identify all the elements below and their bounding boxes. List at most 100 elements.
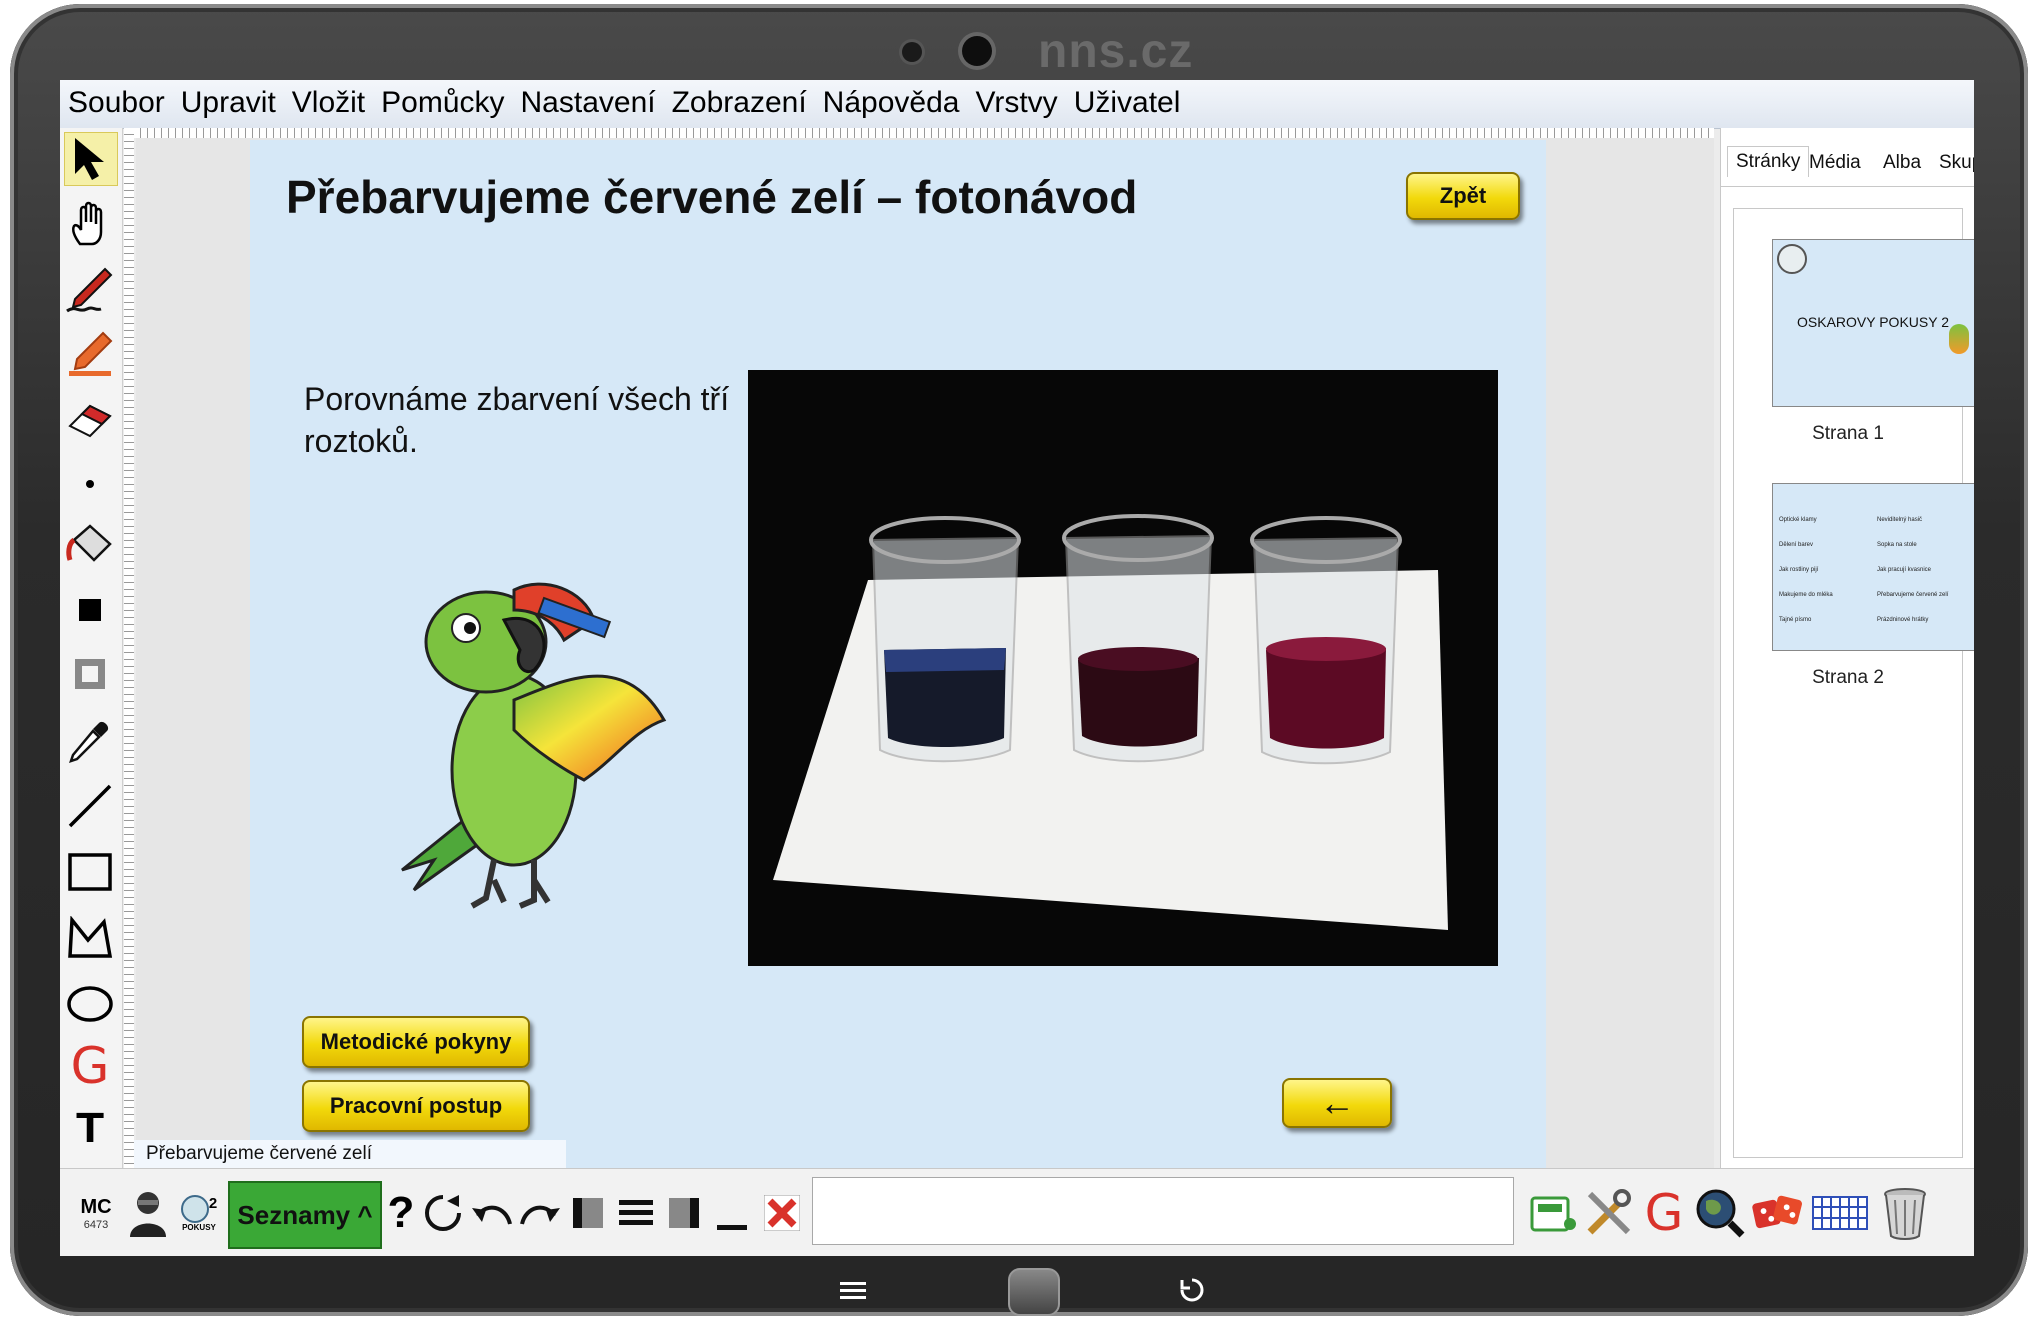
menu-napoveda[interactable]: Nápověda: [815, 80, 968, 120]
slide-description: Porovnáme zbarvení všech tří roztoků.: [304, 381, 730, 459]
eraser-tool[interactable]: [64, 394, 116, 446]
slide-title: Přebarvujeme červené zelí – fotonávod: [286, 171, 1138, 223]
menu-pomucky[interactable]: Pomůcky: [373, 80, 512, 120]
fill-color-tool[interactable]: [64, 584, 116, 636]
split-view-icon[interactable]: [666, 1181, 702, 1245]
pen-tool[interactable]: [64, 264, 116, 316]
thumb-item: Tajné písmo: [1779, 617, 1812, 623]
parrot-illustration: [401, 582, 667, 909]
mc-badge[interactable]: MC 6473: [74, 1181, 118, 1245]
tools-icon[interactable]: [1584, 1181, 1634, 1245]
line-color-tool[interactable]: [64, 648, 116, 700]
device-brand: nns.cz: [1038, 25, 1194, 78]
experiment-photo: [748, 370, 1498, 966]
back-button[interactable]: Zpět: [1406, 172, 1520, 220]
page-label-1: Strana 1: [1812, 423, 1884, 444]
ellipse-tool[interactable]: [64, 978, 116, 1030]
menu-bar: Soubor Upravit Vložit Pomůcky Nastavení Zobra…: [60, 80, 1974, 129]
menu-nastaveni[interactable]: Nastavení: [513, 80, 664, 120]
geogebra-icon[interactable]: G: [1642, 1181, 1686, 1245]
highlighter-icon: [69, 331, 113, 376]
hand-icon: [72, 201, 103, 246]
tab-groups[interactable]: Skupiny: [1939, 152, 1974, 174]
user-icon[interactable]: [126, 1181, 170, 1245]
menu-uzivatel[interactable]: Uživatel: [1066, 80, 1189, 120]
pokusy-label: POKUSY: [182, 1222, 216, 1232]
work-procedure-button[interactable]: Pracovní postup: [302, 1080, 530, 1132]
eyedropper-icon: [69, 721, 109, 763]
ellipse-icon: [67, 986, 113, 1022]
back-key-icon[interactable]: [1178, 1276, 1206, 1309]
tablet-sync-icon[interactable]: [1528, 1181, 1578, 1245]
arrow-cursor-icon: [75, 138, 104, 180]
seznamy-button[interactable]: Seznamy ^: [228, 1181, 382, 1249]
eraser-icon: [68, 404, 112, 438]
thumb-item: Makujeme do mléka: [1779, 592, 1833, 598]
menu-key-icon[interactable]: [840, 1280, 866, 1305]
polygon-tool[interactable]: [64, 912, 116, 964]
select-arrow-tool[interactable]: [64, 132, 118, 186]
rectangle-tool[interactable]: [64, 846, 116, 898]
page-label-2: Strana 2: [1812, 667, 1884, 688]
minimize-icon[interactable]: [714, 1181, 750, 1245]
dice-icon[interactable]: [1752, 1181, 1804, 1245]
thumb-item: Přebarvujeme červené zelí: [1877, 592, 1949, 598]
thumb-item: Optické klamy: [1779, 517, 1817, 523]
thumb-item: Neviditelný hasič: [1877, 517, 1923, 523]
fill-tool[interactable]: [64, 518, 116, 570]
geogebra-tool[interactable]: G: [64, 1037, 116, 1095]
polygon-icon: [68, 916, 113, 958]
pages-panel: Stránky Média Alba Skupiny OSKAROVY POKU…: [1720, 128, 1974, 1168]
gray-square-icon: [75, 659, 105, 689]
parrot-mini-icon: [1949, 324, 1969, 354]
mc-label: MC: [80, 1195, 112, 1218]
tab-pages[interactable]: Stránky: [1727, 146, 1810, 177]
menu-soubor[interactable]: Soubor: [60, 80, 173, 120]
tab-media[interactable]: Média: [1809, 152, 1861, 174]
thumb-item: Jak pracují kvasnice: [1877, 567, 1932, 573]
globe-search-icon[interactable]: [1694, 1181, 1746, 1245]
menu-vlozit[interactable]: Vložit: [284, 80, 373, 120]
text-tool[interactable]: T: [64, 1102, 116, 1142]
highlighter-tool[interactable]: [64, 328, 116, 380]
help-button[interactable]: ?: [386, 1181, 416, 1245]
logo-icon: [1777, 244, 1807, 274]
trash-icon[interactable]: [1882, 1181, 1928, 1245]
menu-upravit[interactable]: Upravit: [173, 80, 284, 120]
menu-lines-icon[interactable]: [618, 1181, 654, 1245]
close-icon[interactable]: [762, 1181, 802, 1245]
pokusy-logo[interactable]: 2 POKUSY: [176, 1181, 222, 1245]
line-icon: [68, 784, 112, 828]
refresh-icon[interactable]: [422, 1181, 466, 1245]
sensor-icon: [902, 42, 922, 62]
keyboard-icon[interactable]: [1812, 1181, 1868, 1245]
undo-icon[interactable]: [470, 1181, 514, 1245]
thumb-item: Prázdninové hrátky: [1877, 617, 1929, 623]
methodical-notes-button[interactable]: Metodické pokyny: [302, 1016, 530, 1068]
home-button[interactable]: [1008, 1268, 1060, 1316]
camera-icon: [962, 36, 992, 66]
vertical-ruler: [124, 128, 134, 1168]
screen-shade-icon[interactable]: [570, 1181, 606, 1245]
g-letter-icon: G: [70, 1037, 110, 1095]
glasses-photo-image: [748, 370, 1498, 966]
thumb-list-right: Neviditelný hasič Sopka na stole Jak pra…: [1877, 508, 1974, 633]
line-tool[interactable]: [64, 780, 116, 832]
menu-zobrazeni[interactable]: Zobrazení: [664, 80, 815, 120]
menu-vrstvy[interactable]: Vrstvy: [967, 80, 1065, 120]
eyedropper-tool[interactable]: [64, 716, 116, 768]
thumb-title: OSKAROVY POKUSY 2: [1797, 314, 1949, 330]
t-letter-icon: T: [75, 1103, 105, 1142]
previous-arrow-button[interactable]: ←: [1282, 1078, 1392, 1128]
page-thumbnail-1[interactable]: OSKAROVY POKUSY 2: [1772, 239, 1974, 407]
page-thumbnail-2[interactable]: Optické klamy Dělení barev Jak rostliny …: [1772, 483, 1974, 651]
command-input[interactable]: [812, 1177, 1514, 1245]
thumb-item: Jak rostliny pijí: [1779, 567, 1819, 573]
dot-icon: [86, 480, 94, 488]
redo-icon[interactable]: [518, 1181, 562, 1245]
slide-name-label: Přebarvujeme červené zelí: [134, 1140, 566, 1168]
tab-albums[interactable]: Alba: [1883, 152, 1921, 174]
dot-tool[interactable]: [64, 458, 116, 510]
hand-tool[interactable]: [64, 198, 116, 250]
page-thumbnails: OSKAROVY POKUSY 2 Strana 1 Optické klamy…: [1733, 208, 1974, 1158]
